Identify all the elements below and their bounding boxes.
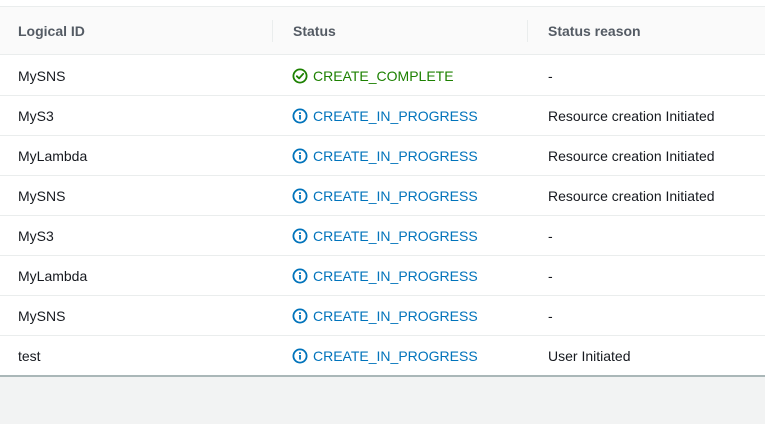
table-row[interactable]: MySNS CREATE_COMPLETE - xyxy=(0,56,765,96)
logical-id-cell: MyS3 xyxy=(18,228,54,244)
status-text: CREATE_IN_PROGRESS xyxy=(313,348,478,364)
table-header: Logical ID Status Status reason xyxy=(0,7,765,55)
table-row[interactable]: MyS3 CREATE_IN_PROGRESS - xyxy=(0,216,765,256)
table-top-edge xyxy=(0,0,765,7)
status-text: CREATE_IN_PROGRESS xyxy=(313,108,478,124)
events-table-panel: Logical ID Status Status reason MySNS CRE… xyxy=(0,0,765,377)
status-text: CREATE_IN_PROGRESS xyxy=(313,148,478,164)
column-header-logical-id[interactable]: Logical ID xyxy=(18,7,85,55)
status-cell: CREATE_IN_PROGRESS xyxy=(292,216,478,256)
logical-id-cell: MyLambda xyxy=(18,268,88,284)
status-reason-cell: - xyxy=(548,308,553,324)
table-row[interactable]: MySNS CREATE_IN_PROGRESS - xyxy=(0,296,765,336)
status-text: CREATE_IN_PROGRESS xyxy=(313,228,478,244)
status-cell: CREATE_IN_PROGRESS xyxy=(292,96,478,136)
column-divider[interactable] xyxy=(527,20,528,42)
logical-id-cell: MyLambda xyxy=(18,148,88,164)
logical-id-cell: MySNS xyxy=(18,68,66,84)
info-circle-icon xyxy=(292,188,308,204)
logical-id-cell: MySNS xyxy=(18,188,66,204)
status-cell: CREATE_IN_PROGRESS xyxy=(292,296,478,336)
status-cell: CREATE_IN_PROGRESS xyxy=(292,256,478,296)
table-row[interactable]: MyS3 CREATE_IN_PROGRESS Resource creation … xyxy=(0,96,765,136)
status-text: CREATE_COMPLETE xyxy=(313,68,454,84)
status-reason-cell: - xyxy=(548,68,553,84)
column-divider[interactable] xyxy=(272,20,273,42)
table-row[interactable]: MyLambda CREATE_IN_PROGRESS Resource creat… xyxy=(0,136,765,176)
column-header-status[interactable]: Status xyxy=(293,7,336,55)
status-cell: CREATE_COMPLETE xyxy=(292,56,454,96)
status-reason-cell: - xyxy=(548,268,553,284)
info-circle-icon xyxy=(292,108,308,124)
logical-id-cell: MySNS xyxy=(18,308,66,324)
column-header-status-reason[interactable]: Status reason xyxy=(548,7,641,55)
info-circle-icon xyxy=(292,148,308,164)
status-cell: CREATE_IN_PROGRESS xyxy=(292,336,478,376)
info-circle-icon xyxy=(292,348,308,364)
status-reason-cell: - xyxy=(548,228,553,244)
status-reason-cell: Resource creation Initiated xyxy=(548,148,715,164)
info-circle-icon xyxy=(292,268,308,284)
table-row[interactable]: test CREATE_IN_PROGRESS User Initiated xyxy=(0,336,765,376)
logical-id-cell: MyS3 xyxy=(18,108,54,124)
status-reason-cell: Resource creation Initiated xyxy=(548,188,715,204)
check-circle-icon xyxy=(292,68,308,84)
status-text: CREATE_IN_PROGRESS xyxy=(313,188,478,204)
table-row[interactable]: MySNS CREATE_IN_PROGRESS Resource creation… xyxy=(0,176,765,216)
logical-id-cell: test xyxy=(18,348,41,364)
status-text: CREATE_IN_PROGRESS xyxy=(313,268,478,284)
status-cell: CREATE_IN_PROGRESS xyxy=(292,136,478,176)
status-cell: CREATE_IN_PROGRESS xyxy=(292,176,478,216)
info-circle-icon xyxy=(292,228,308,244)
table-row[interactable]: MyLambda CREATE_IN_PROGRESS - xyxy=(0,256,765,296)
status-text: CREATE_IN_PROGRESS xyxy=(313,308,478,324)
status-reason-cell: User Initiated xyxy=(548,348,631,364)
status-reason-cell: Resource creation Initiated xyxy=(548,108,715,124)
info-circle-icon xyxy=(292,308,308,324)
